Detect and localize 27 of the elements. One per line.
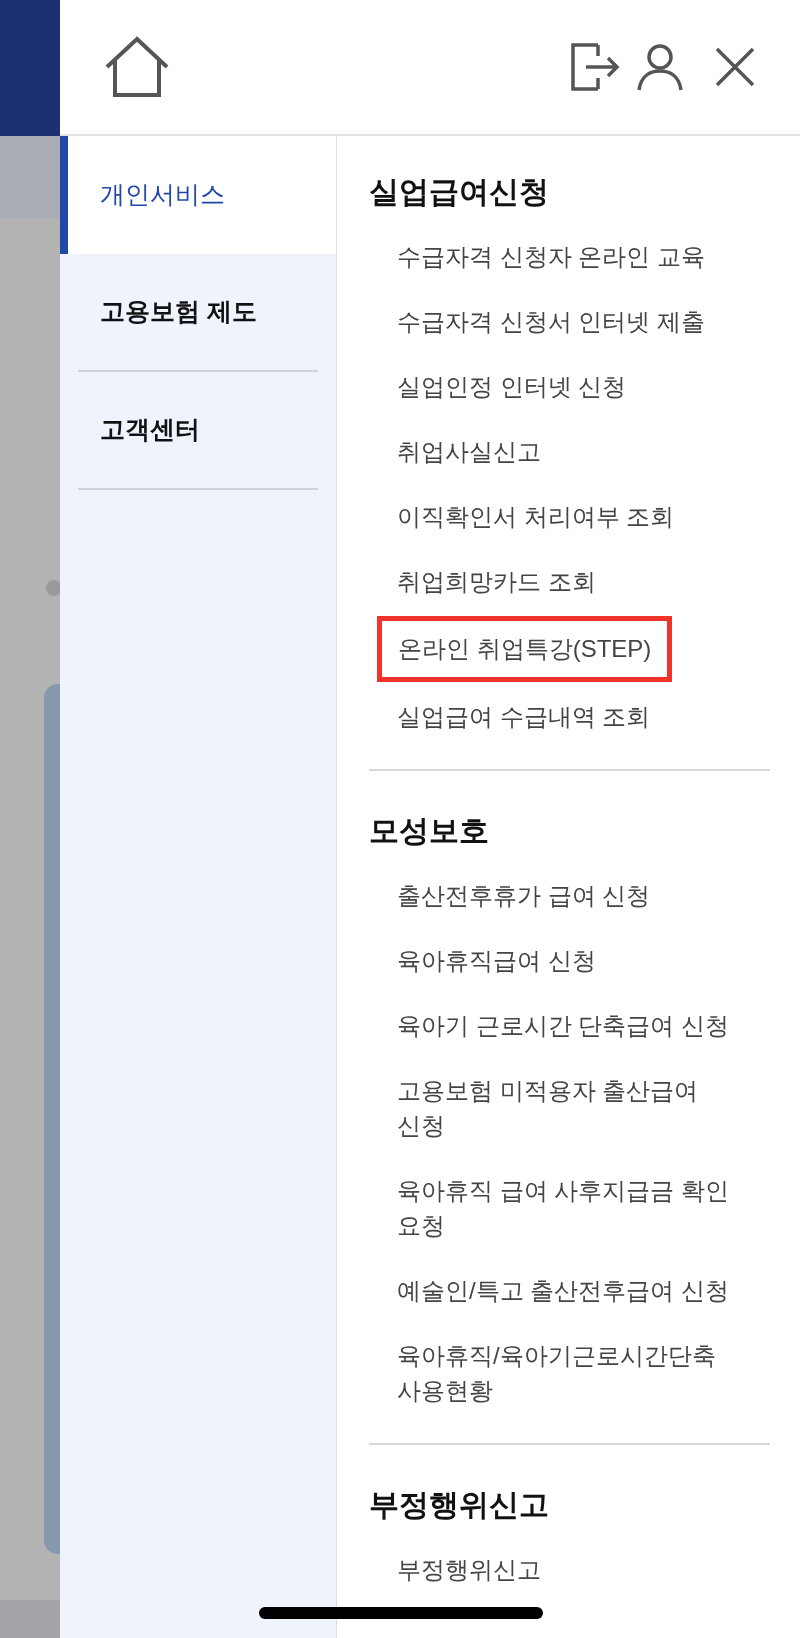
menu-link[interactable]: 육아휴직/육아기근로시간단축 사용현황 [397,1323,742,1423]
home-icon[interactable] [104,36,170,98]
menu-link[interactable]: 예술인/특고 출산전후급여 신청 [397,1258,742,1323]
menu-link[interactable]: 실업인정 인터넷 신청 [397,354,742,419]
section-heading: 실업급여신청 [369,174,550,210]
category-tab[interactable]: 고용보험 제도 [78,254,318,372]
user-icon[interactable] [636,43,684,91]
menu-link[interactable]: 실업급여 수급내역 조회 [397,684,742,749]
menu-link[interactable]: 육아휴직 급여 사후지급금 확인 요청 [397,1158,742,1258]
menu-link[interactable]: 취업사실신고 [397,419,742,484]
close-icon[interactable] [714,46,756,88]
menu-link[interactable]: 수급자격 신청자 온라인 교육 [397,224,742,289]
menu-link[interactable]: 육아휴직급여 신청 [397,928,742,993]
menu-link[interactable]: 이직확인서 처리여부 조회 [397,484,742,549]
menu-link[interactable]: 온라인 취업특강(STEP) [377,616,673,682]
menu-link[interactable]: 고용보험 미적용자 출산급여 신청 [397,1058,742,1158]
menu-link[interactable]: 부정행위신고 [397,1537,742,1602]
menu-link[interactable]: 취업희망카드 조회 [397,549,742,614]
menu-link[interactable]: 출산전후휴가 급여 신청 [397,863,742,928]
menu-link[interactable]: 수급자격 신청서 인터넷 제출 [397,289,742,354]
category-tab[interactable]: 고객센터 [78,372,318,490]
menu-link[interactable]: 육아기 근로시간 단축급여 신청 [397,993,742,1058]
section-heading: 모성보호 [369,813,490,849]
logout-icon[interactable] [570,42,620,92]
category-tab[interactable]: 개인서비스 [60,136,336,254]
section-heading: 부정행위신고 [369,1487,550,1523]
page-footer [0,1600,60,1638]
